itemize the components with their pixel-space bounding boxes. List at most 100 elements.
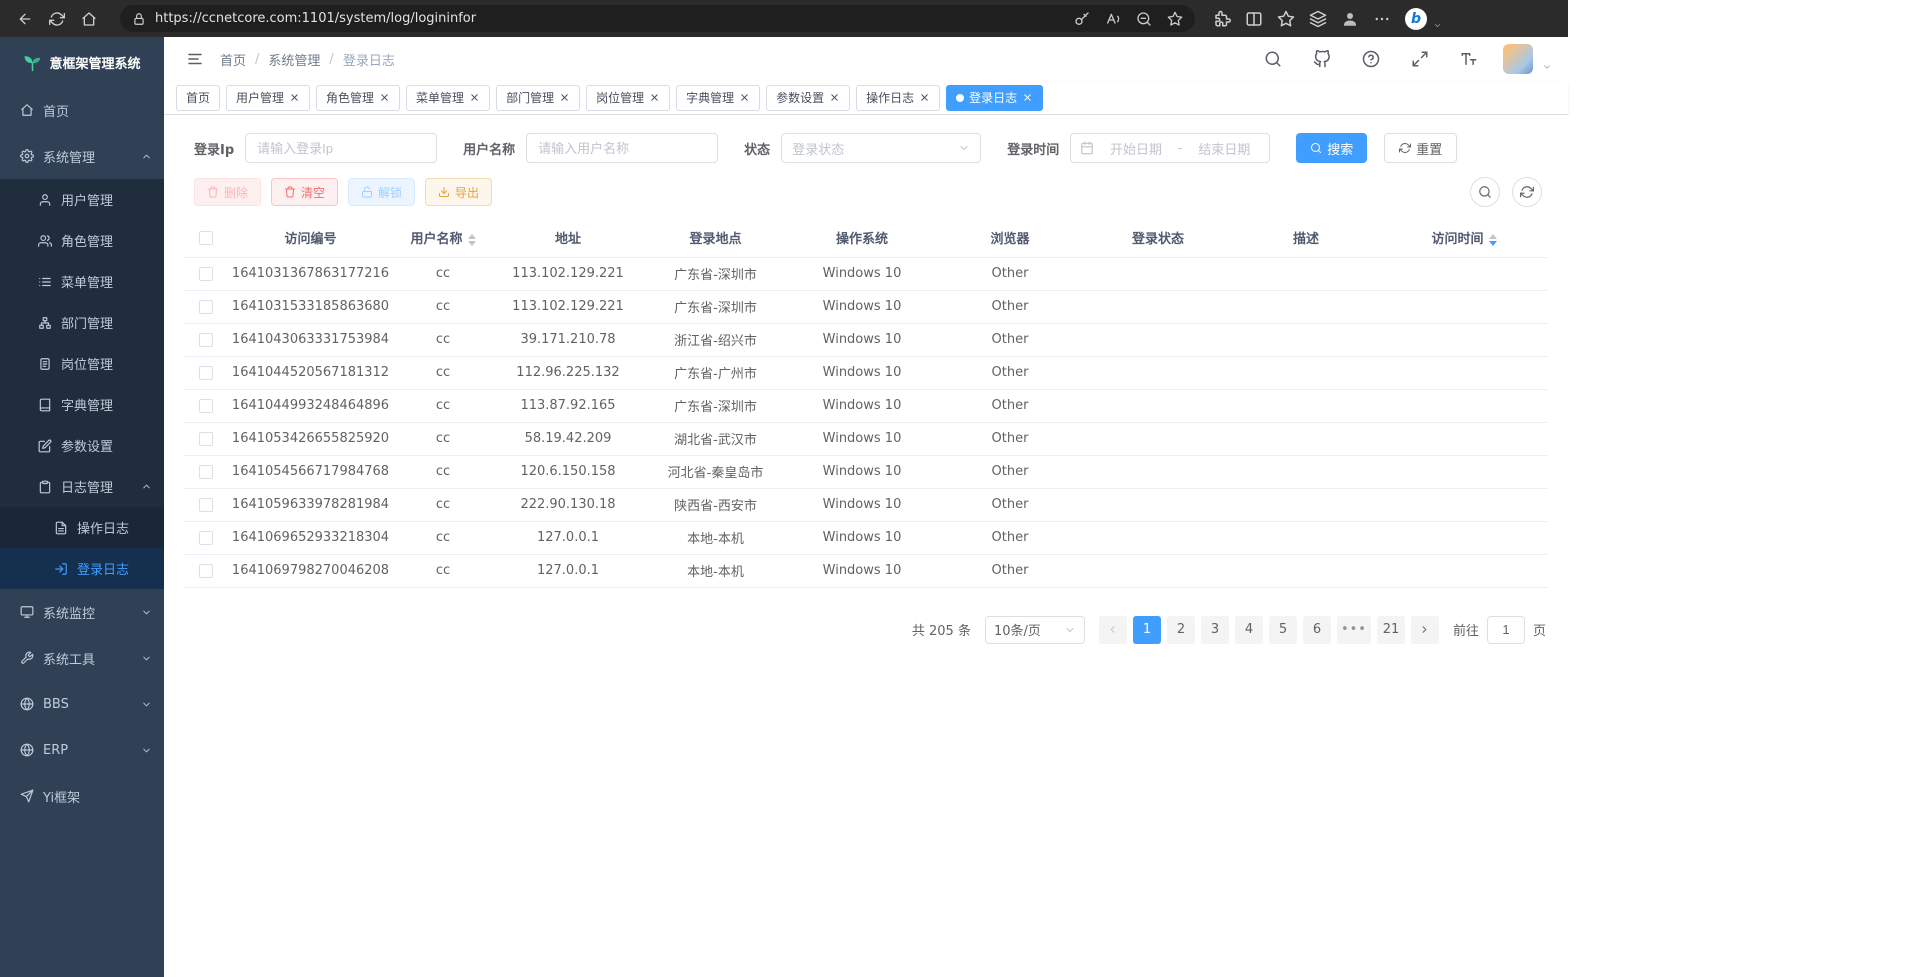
date-range-picker[interactable]: 开始日期 - 结束日期 — [1070, 133, 1270, 163]
row-checkbox[interactable] — [199, 300, 213, 314]
copilot-icon[interactable]: b — [1405, 8, 1427, 30]
tab-close-icon[interactable] — [1022, 92, 1033, 103]
row-checkbox[interactable] — [199, 333, 213, 347]
read-aloud-icon[interactable] — [1105, 11, 1121, 27]
table-row[interactable]: 1641031533185863680 cc 113.102.129.221 广… — [184, 290, 1548, 323]
sidebar-item-yi-framework[interactable]: Yi框架 — [0, 773, 164, 819]
favorites-star-icon[interactable] — [1277, 10, 1295, 28]
breadcrumb-home[interactable]: 首页 — [220, 50, 246, 69]
tab[interactable]: 角色管理 — [316, 85, 400, 111]
url-text[interactable]: https://ccnetcore.com:1101/system/log/lo… — [155, 11, 1065, 26]
split-screen-icon[interactable] — [1245, 10, 1263, 28]
col-visit-time[interactable]: 访问时间 — [1380, 219, 1548, 257]
tab[interactable]: 登录日志 — [946, 85, 1043, 111]
tab-close-icon[interactable] — [829, 92, 840, 103]
sidebar-item-post-management[interactable]: 岗位管理 — [0, 343, 164, 384]
tab[interactable]: 菜单管理 — [406, 85, 490, 111]
address-bar[interactable]: https://ccnetcore.com:1101/system/log/lo… — [120, 5, 1195, 32]
page-size-select[interactable]: 10条/页 — [985, 616, 1085, 644]
login-ip-input[interactable] — [245, 133, 437, 163]
font-size-button[interactable] — [1454, 44, 1484, 74]
tab[interactable]: 字典管理 — [676, 85, 760, 111]
tab-close-icon[interactable] — [559, 92, 570, 103]
tab[interactable]: 岗位管理 — [586, 85, 670, 111]
sidebar-item-department-management[interactable]: 部门管理 — [0, 302, 164, 343]
tab-close-icon[interactable] — [919, 92, 930, 103]
toggle-search-button[interactable] — [1470, 177, 1500, 207]
tab[interactable]: 操作日志 — [856, 85, 940, 111]
goto-page-input[interactable] — [1487, 616, 1525, 644]
date-end-placeholder[interactable]: 结束日期 — [1189, 139, 1261, 158]
delete-button[interactable]: 删除 — [194, 178, 261, 206]
page-button[interactable]: 5 — [1269, 616, 1297, 644]
unlock-button[interactable]: 解锁 — [348, 178, 415, 206]
site-info-lock-icon[interactable] — [132, 12, 146, 26]
table-row[interactable]: 1641059633978281984 cc 222.90.130.18 陕西省… — [184, 488, 1548, 521]
tab-close-icon[interactable] — [289, 92, 300, 103]
password-key-icon[interactable] — [1074, 11, 1090, 27]
select-all-checkbox[interactable] — [199, 231, 213, 245]
tab-close-icon[interactable] — [739, 92, 750, 103]
row-checkbox[interactable] — [199, 498, 213, 512]
sort-carets-icon[interactable] — [1489, 234, 1497, 246]
refresh-table-button[interactable] — [1512, 177, 1542, 207]
tab[interactable]: 参数设置 — [766, 85, 850, 111]
github-button[interactable] — [1307, 44, 1337, 74]
page-button[interactable]: 4 — [1235, 616, 1263, 644]
search-button[interactable]: 搜索 — [1296, 133, 1367, 163]
table-row[interactable]: 1641069798270046208 cc 127.0.0.1 本地-本机 W… — [184, 554, 1548, 587]
back-button[interactable] — [10, 4, 40, 34]
row-checkbox[interactable] — [199, 531, 213, 545]
user-name-input[interactable] — [526, 133, 718, 163]
reload-button[interactable] — [42, 4, 72, 34]
tab-close-icon[interactable] — [469, 92, 480, 103]
row-checkbox[interactable] — [199, 366, 213, 380]
sidebar-item-param-settings[interactable]: 参数设置 — [0, 425, 164, 466]
sidebar-item-bbs[interactable]: BBS — [0, 681, 164, 727]
sidebar-item-erp[interactable]: ERP — [0, 727, 164, 773]
tab-close-icon[interactable] — [649, 92, 660, 103]
app-logo[interactable]: 意框架管理系统 — [0, 37, 164, 87]
sidebar-item-menu-management[interactable]: 菜单管理 — [0, 261, 164, 302]
row-checkbox[interactable] — [199, 432, 213, 446]
fullscreen-button[interactable] — [1405, 44, 1435, 74]
row-checkbox[interactable] — [199, 267, 213, 281]
tab[interactable]: 部门管理 — [496, 85, 580, 111]
browser-home-button[interactable] — [74, 4, 104, 34]
zoom-out-icon[interactable] — [1136, 11, 1152, 27]
sidebar-item-system-tools[interactable]: 系统工具 — [0, 635, 164, 681]
sidebar-item-dict-management[interactable]: 字典管理 — [0, 384, 164, 425]
user-avatar[interactable] — [1503, 44, 1533, 74]
profile-avatar-icon[interactable] — [1341, 10, 1359, 28]
page-button[interactable]: ••• — [1337, 616, 1371, 644]
row-checkbox[interactable] — [199, 399, 213, 413]
table-row[interactable]: 1641069652933218304 cc 127.0.0.1 本地-本机 W… — [184, 521, 1548, 554]
next-page-button[interactable] — [1411, 616, 1439, 644]
page-button[interactable]: 6 — [1303, 616, 1331, 644]
sidebar-item-log-management[interactable]: 日志管理 — [0, 466, 164, 507]
header-search-button[interactable] — [1258, 44, 1288, 74]
browser-menu-dots-icon[interactable] — [1373, 10, 1391, 28]
status-select[interactable]: 登录状态 — [781, 133, 981, 163]
sort-carets-icon[interactable] — [468, 234, 476, 246]
export-button[interactable]: 导出 — [425, 178, 492, 206]
tab[interactable]: 用户管理 — [226, 85, 310, 111]
page-button[interactable]: 21 — [1377, 616, 1405, 644]
date-start-placeholder[interactable]: 开始日期 — [1100, 139, 1172, 158]
extensions-icon[interactable] — [1213, 10, 1231, 28]
sidebar-item-role-management[interactable]: 角色管理 — [0, 220, 164, 261]
sidebar-item-system-management[interactable]: 系统管理 — [0, 133, 164, 179]
table-row[interactable]: 1641031367863177216 cc 113.102.129.221 广… — [184, 257, 1548, 290]
row-checkbox[interactable] — [199, 465, 213, 479]
page-button[interactable]: 3 — [1201, 616, 1229, 644]
prev-page-button[interactable] — [1099, 616, 1127, 644]
sidebar-item-login-log[interactable]: 登录日志 — [0, 548, 164, 589]
clear-button[interactable]: 清空 — [271, 178, 338, 206]
sidebar-item-user-management[interactable]: 用户管理 — [0, 179, 164, 220]
col-user-name[interactable]: 用户名称 — [393, 219, 493, 257]
tab[interactable]: 首页 — [176, 85, 220, 111]
sidebar-item-system-monitor[interactable]: 系统监控 — [0, 589, 164, 635]
sidebar-item-operation-log[interactable]: 操作日志 — [0, 507, 164, 548]
page-button[interactable]: 2 — [1167, 616, 1195, 644]
breadcrumb-system[interactable]: 系统管理 — [268, 50, 320, 69]
